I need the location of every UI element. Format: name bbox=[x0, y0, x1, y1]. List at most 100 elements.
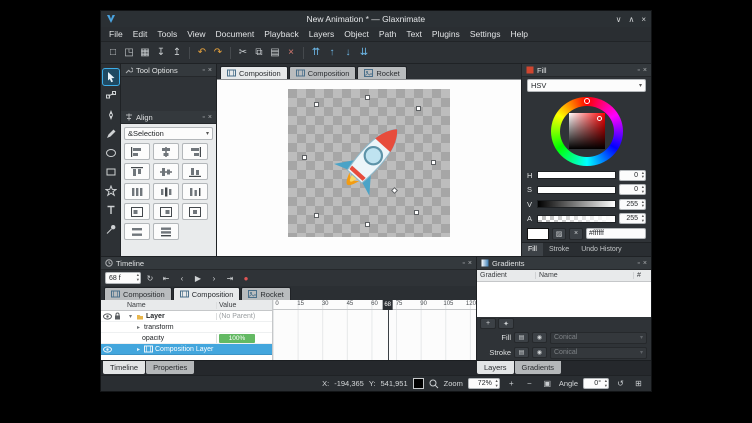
distribute-right-button[interactable] bbox=[182, 183, 208, 200]
float-dock-icon[interactable]: ▫ bbox=[637, 67, 639, 74]
composition-layer-row[interactable]: ▸ Composition Layer bbox=[101, 344, 272, 355]
zoom-fit-icon[interactable]: ▣ bbox=[541, 378, 554, 390]
float-dock-icon[interactable]: ▫ bbox=[637, 260, 639, 267]
radial-gradient-toggle-icon[interactable]: ◉ bbox=[532, 332, 547, 343]
canvas-tab-rocket[interactable]: Rocket bbox=[357, 66, 406, 79]
hue-wheel[interactable] bbox=[551, 97, 623, 166]
align-top-button[interactable] bbox=[124, 163, 150, 180]
selection-handle[interactable] bbox=[431, 160, 436, 165]
close-dock-icon[interactable]: × bbox=[643, 260, 647, 267]
visibility-eye-icon[interactable] bbox=[103, 346, 112, 353]
prev-frame-icon[interactable]: ‹ bbox=[175, 272, 189, 285]
distribute-v-top-button[interactable] bbox=[124, 223, 150, 240]
color-picker-tool-icon[interactable] bbox=[103, 221, 119, 237]
selection-handle[interactable] bbox=[365, 95, 370, 100]
selection-handle[interactable] bbox=[314, 213, 319, 218]
cut-icon[interactable]: ✂ bbox=[235, 45, 251, 61]
value-slider[interactable] bbox=[537, 200, 616, 208]
draw-freehand-tool-icon[interactable] bbox=[103, 126, 119, 142]
menu-text[interactable]: Text bbox=[401, 29, 427, 39]
dock-tab-properties[interactable]: Properties bbox=[146, 361, 194, 374]
raise-to-top-icon[interactable]: ⇈ bbox=[308, 45, 324, 61]
expander-icon[interactable]: ▸ bbox=[135, 324, 142, 331]
close-dock-icon[interactable]: × bbox=[208, 67, 212, 74]
spin-arrows-icon[interactable]: ▴▾ bbox=[642, 214, 644, 223]
selection-handle[interactable] bbox=[416, 106, 421, 111]
angle-reset-icon[interactable]: ↺ bbox=[614, 378, 627, 390]
angle-spinbox[interactable]: 0°▴▾ bbox=[583, 378, 609, 389]
expander-icon[interactable]: ▸ bbox=[135, 346, 142, 353]
hue-ring-marker[interactable] bbox=[584, 98, 590, 104]
undo-icon[interactable]: ↶ bbox=[194, 45, 210, 61]
float-dock-icon[interactable]: ▫ bbox=[202, 67, 204, 74]
align-relative-to-select[interactable]: &Selection ▾ bbox=[124, 127, 213, 140]
menu-settings[interactable]: Settings bbox=[465, 29, 506, 39]
visibility-eye-icon[interactable] bbox=[103, 313, 112, 320]
selection-handle[interactable] bbox=[414, 210, 419, 215]
saturation-value-spinbox[interactable]: 0▴▾ bbox=[619, 184, 646, 195]
playhead-line[interactable] bbox=[388, 310, 389, 360]
fill-gradient-type-select[interactable]: Conical ▾ bbox=[550, 332, 647, 344]
menu-help[interactable]: Help bbox=[506, 29, 533, 39]
gradients-list[interactable] bbox=[477, 282, 651, 317]
float-dock-icon[interactable]: ▫ bbox=[462, 260, 464, 267]
raise-icon[interactable]: ↑ bbox=[324, 45, 340, 61]
canvas-tab-composition-1[interactable]: Composition bbox=[220, 66, 288, 79]
stroke-gradient-type-select[interactable]: Conical ▾ bbox=[550, 347, 647, 359]
menu-tools[interactable]: Tools bbox=[152, 29, 182, 39]
spin-arrows-icon[interactable]: ▴▾ bbox=[496, 379, 498, 388]
view-options-icon[interactable]: ⊞ bbox=[632, 378, 645, 390]
document-save-icon[interactable]: ▦ bbox=[137, 45, 153, 61]
spin-arrows-icon[interactable]: ▴▾ bbox=[642, 171, 644, 180]
timeline-ruler[interactable]: 0 15 30 45 60 75 90 105 120 68 bbox=[273, 300, 476, 310]
timeline-dock-header[interactable]: Timeline ▫ × bbox=[101, 257, 476, 270]
transform-row[interactable]: ▸ transform bbox=[101, 322, 272, 333]
spin-arrows-icon[interactable]: ▴▾ bbox=[137, 273, 139, 282]
tab-fill[interactable]: Fill bbox=[522, 243, 543, 256]
next-frame-icon[interactable]: › bbox=[207, 272, 221, 285]
lock-icon[interactable] bbox=[114, 312, 121, 320]
selection-handle[interactable] bbox=[302, 155, 307, 160]
ellipse-tool-icon[interactable] bbox=[103, 145, 119, 161]
spin-arrows-icon[interactable]: ▴▾ bbox=[605, 379, 607, 388]
timeline-tab-composition-2[interactable]: Composition bbox=[173, 287, 241, 300]
document-import-icon[interactable]: ↧ bbox=[153, 45, 169, 61]
expander-icon[interactable]: ▾ bbox=[127, 313, 134, 320]
hex-color-input[interactable]: #ffffff bbox=[586, 228, 646, 239]
loop-icon[interactable]: ↻ bbox=[143, 272, 157, 285]
star-tool-icon[interactable] bbox=[103, 183, 119, 199]
layer-row[interactable]: ▾ Layer (No Parent) bbox=[101, 311, 272, 322]
saturation-value-square[interactable] bbox=[569, 113, 605, 149]
zoom-out-icon[interactable]: − bbox=[523, 378, 536, 390]
timeline-tab-rocket[interactable]: Rocket bbox=[241, 287, 290, 300]
add-preset-gradient-button[interactable]: ✦ bbox=[498, 318, 514, 329]
fill-dock-header[interactable]: Fill ▫ × bbox=[522, 64, 651, 77]
hue-slider[interactable] bbox=[537, 171, 616, 179]
value-value-spinbox[interactable]: 255▴▾ bbox=[619, 199, 646, 210]
menu-layers[interactable]: Layers bbox=[304, 29, 340, 39]
menu-document[interactable]: Document bbox=[210, 29, 259, 39]
spin-arrows-icon[interactable]: ▴▾ bbox=[642, 200, 644, 209]
add-gradient-button[interactable]: + bbox=[480, 318, 496, 329]
alpha-value-spinbox[interactable]: 255▴▾ bbox=[619, 213, 646, 224]
select-tool-icon[interactable] bbox=[103, 69, 119, 85]
menu-file[interactable]: File bbox=[104, 29, 128, 39]
document-export-icon[interactable]: ↥ bbox=[169, 45, 185, 61]
rocket-artwork[interactable] bbox=[313, 106, 425, 219]
composition-canvas[interactable] bbox=[288, 89, 450, 237]
sv-marker[interactable] bbox=[597, 116, 602, 121]
layer-parent-value[interactable]: (No Parent) bbox=[216, 313, 272, 320]
linear-gradient-toggle-icon[interactable]: ▤ bbox=[514, 347, 529, 358]
hue-value-spinbox[interactable]: 0▴▾ bbox=[619, 170, 646, 181]
tool-options-dock-header[interactable]: Tool Options ▫ × bbox=[121, 64, 216, 77]
current-color-swatch[interactable] bbox=[413, 378, 424, 389]
go-first-frame-icon[interactable]: ⇤ bbox=[159, 272, 173, 285]
minimize-button[interactable]: ∨ bbox=[616, 15, 622, 24]
gradients-dock-header[interactable]: Gradients ▫ × bbox=[477, 257, 651, 270]
menu-path[interactable]: Path bbox=[374, 29, 402, 39]
color-mode-select[interactable]: HSV ▾ bbox=[527, 79, 646, 92]
copy-icon[interactable]: ⧉ bbox=[251, 45, 267, 61]
float-dock-icon[interactable]: ▫ bbox=[202, 114, 204, 121]
menu-plugins[interactable]: Plugins bbox=[427, 29, 465, 39]
canvas-viewport[interactable] bbox=[217, 79, 521, 256]
